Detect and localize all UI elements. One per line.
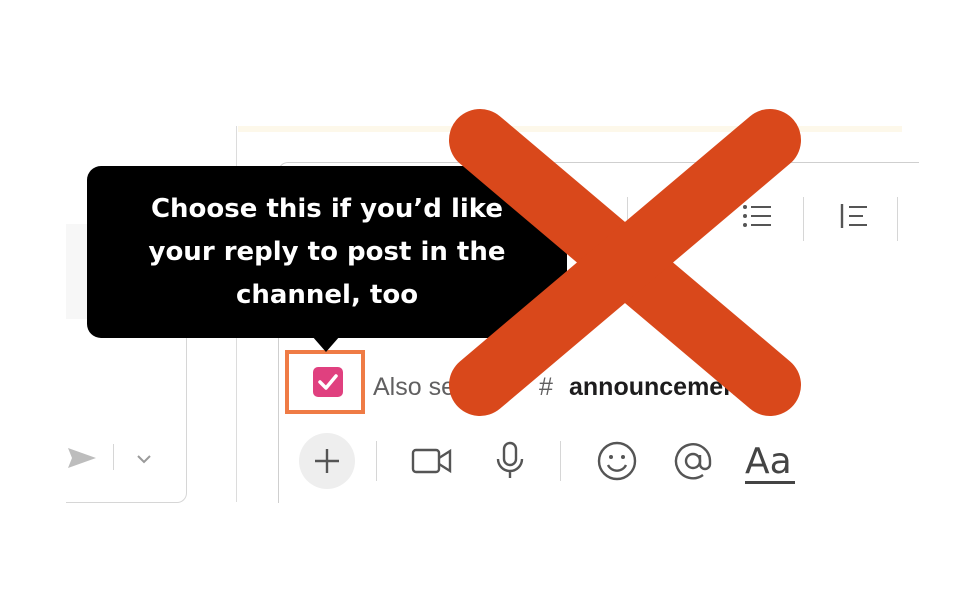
emoji-icon[interactable]: [595, 439, 639, 488]
chevron-down-icon[interactable]: [134, 448, 154, 473]
microphone-icon[interactable]: [489, 439, 531, 486]
also-send-checkbox[interactable]: [313, 367, 343, 397]
mention-icon[interactable]: [671, 439, 715, 488]
send-controls: [66, 438, 186, 478]
plus-button[interactable]: [299, 433, 355, 489]
actions-separator: [376, 441, 377, 481]
send-divider: [113, 444, 114, 470]
blockquote-icon[interactable]: [839, 201, 869, 238]
tooltip-arrow: [312, 336, 340, 352]
checkmark-icon: [318, 374, 338, 390]
send-icon[interactable]: [66, 442, 98, 479]
text-format-underline: [745, 481, 795, 484]
toolbar-separator: [897, 197, 898, 241]
cross-mark-icon: [449, 109, 801, 416]
actions-separator: [560, 441, 561, 481]
composer-actions: Aa: [279, 433, 919, 493]
plus-icon: [315, 449, 339, 473]
video-icon[interactable]: [411, 439, 453, 486]
text-format-icon[interactable]: Aa: [745, 441, 792, 482]
